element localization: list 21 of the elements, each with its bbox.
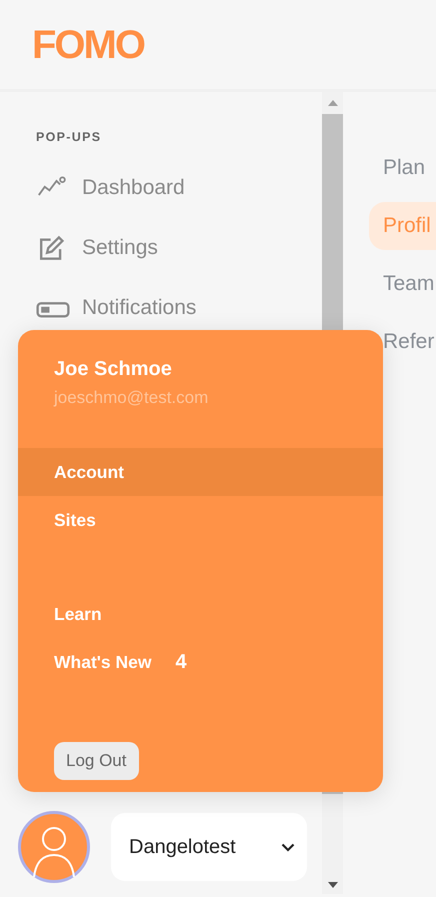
sidebar-item[interactable]: Settings: [36, 218, 322, 278]
settings-tab[interactable]: Team: [369, 260, 436, 308]
menu-item[interactable]: Sites: [18, 496, 383, 544]
chevron-down-icon: [281, 842, 295, 852]
section-heading: POP-UPS: [36, 130, 102, 144]
user-email: joeschmo@test.com: [54, 388, 210, 408]
scroll-down-icon[interactable]: [328, 882, 338, 888]
user-name: Joe Schmoe: [54, 358, 173, 381]
logo: FOMO: [32, 24, 144, 64]
sidebar-item[interactable]: Dashboard: [36, 158, 322, 218]
logout-button[interactable]: Log Out: [54, 742, 138, 780]
menu-item[interactable]: What's New 4: [18, 638, 383, 686]
menu-item[interactable]: Account: [18, 448, 383, 496]
sidebar-item[interactable]: Notifications: [36, 278, 322, 338]
site-select[interactable]: Dangelotest: [111, 813, 307, 881]
settings-tab[interactable]: Plan: [369, 144, 436, 192]
count-label: 4: [176, 650, 187, 674]
avatar[interactable]: [18, 811, 90, 883]
scroll-up-icon[interactable]: [328, 100, 338, 106]
menu-item[interactable]: Learn: [18, 590, 383, 638]
settings-tab[interactable]: Profil: [369, 202, 436, 250]
